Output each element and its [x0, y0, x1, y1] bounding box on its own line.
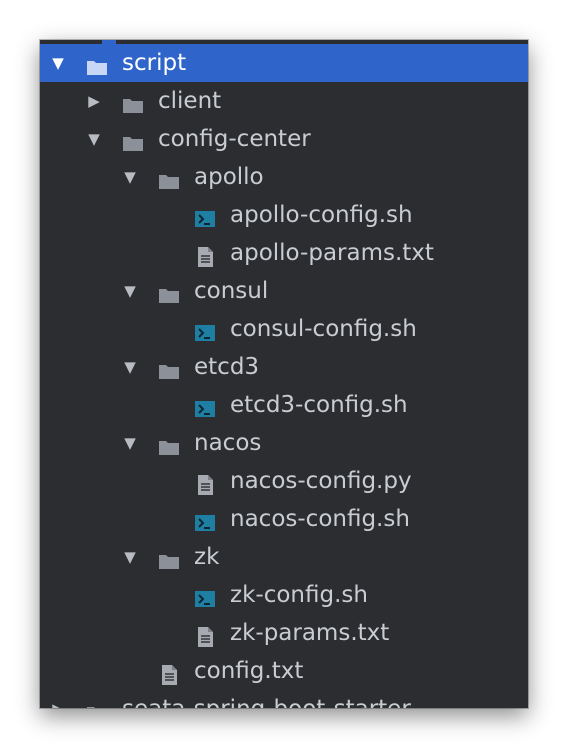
tree-row-label: apollo-params.txt	[230, 240, 434, 266]
tree-row-zk-config-sh[interactable]: zk-config.sh	[40, 576, 528, 614]
tree-row-nacos[interactable]: ▼ nacos	[40, 424, 528, 462]
tree-row-label: consul-config.sh	[230, 316, 417, 342]
chevron-down-icon[interactable]: ▼	[48, 44, 68, 82]
chevron-down-icon[interactable]: ▼	[120, 158, 140, 196]
tree-row-consul-config-sh[interactable]: consul-config.sh	[40, 310, 528, 348]
tree-row-apollo-config-sh[interactable]: apollo-config.sh	[40, 196, 528, 234]
tree-row-label: zk-config.sh	[230, 582, 368, 608]
folder-icon	[158, 280, 180, 303]
folder-icon	[158, 166, 180, 189]
chevron-right-icon[interactable]: ▶	[84, 82, 104, 120]
chevron-right-icon[interactable]: ▶	[48, 690, 68, 708]
tree-row-label: client	[158, 88, 222, 114]
tree-row-apollo-params-txt[interactable]: apollo-params.txt	[40, 234, 528, 272]
tree-row-etcd3-config-sh[interactable]: etcd3-config.sh	[40, 386, 528, 424]
folder-icon	[158, 432, 180, 455]
tree-row-label: nacos-config.sh	[230, 506, 410, 532]
text-file-icon	[194, 470, 216, 495]
tree-row-etcd3[interactable]: ▼ etcd3	[40, 348, 528, 386]
terminal-file-icon	[194, 584, 216, 607]
text-file-icon	[194, 622, 216, 647]
tree-row-zk[interactable]: ▼ zk	[40, 538, 528, 576]
terminal-file-icon	[194, 204, 216, 227]
folder-icon	[158, 356, 180, 379]
tree-row-label: seata-spring-boot-starter	[122, 690, 411, 708]
folder-icon	[86, 52, 108, 75]
tree-row-label: etcd3-config.sh	[230, 392, 408, 418]
chevron-down-icon[interactable]: ▼	[84, 120, 104, 158]
tree-row-label: config-center	[158, 126, 311, 152]
tree-row-label: script	[122, 50, 187, 76]
tree-row-label: apollo	[194, 164, 264, 190]
tree-row-script[interactable]: ▼ script	[40, 44, 528, 82]
chevron-down-icon[interactable]: ▼	[120, 348, 140, 386]
tree-row-nacos-config-sh[interactable]: nacos-config.sh	[40, 500, 528, 538]
tree-row-zk-params-txt[interactable]: zk-params.txt	[40, 614, 528, 652]
folder-icon	[158, 546, 180, 569]
tree-row-consul[interactable]: ▼ consul	[40, 272, 528, 310]
tree-row-label: zk	[194, 544, 220, 570]
tree-row-config-center[interactable]: ▼ config-center	[40, 120, 528, 158]
text-file-icon	[194, 242, 216, 267]
tree-row-client[interactable]: ▶ client	[40, 82, 528, 120]
chevron-down-icon[interactable]: ▼	[120, 272, 140, 310]
project-tree-panel: ▼ script ▶ client ▼ config-center ▼ apollo apoll…	[40, 40, 528, 708]
tree-row-config-txt[interactable]: config.txt	[40, 652, 528, 690]
text-file-icon	[158, 660, 180, 685]
chevron-down-icon[interactable]: ▼	[120, 538, 140, 576]
tree-row-label: etcd3	[194, 354, 260, 380]
tree-row-nacos-config-py[interactable]: nacos-config.py	[40, 462, 528, 500]
tree-row-label: zk-params.txt	[230, 620, 390, 646]
terminal-file-icon	[194, 318, 216, 341]
tree-row-seata-spring-boot-starter[interactable]: ▶ seata-spring-boot-starter	[40, 690, 528, 708]
tree-row-label: nacos	[194, 430, 262, 456]
tree-row-apollo[interactable]: ▼ apollo	[40, 158, 528, 196]
terminal-file-icon	[194, 508, 216, 531]
folder-icon	[122, 90, 144, 113]
folder-icon	[86, 698, 108, 708]
folder-icon	[122, 128, 144, 151]
tree-row-label: consul	[194, 278, 269, 304]
tree-row-label: apollo-config.sh	[230, 202, 413, 228]
tree-row-label: nacos-config.py	[230, 468, 412, 494]
terminal-file-icon	[194, 394, 216, 417]
chevron-down-icon[interactable]: ▼	[120, 424, 140, 462]
tree-row-label: config.txt	[194, 658, 304, 684]
